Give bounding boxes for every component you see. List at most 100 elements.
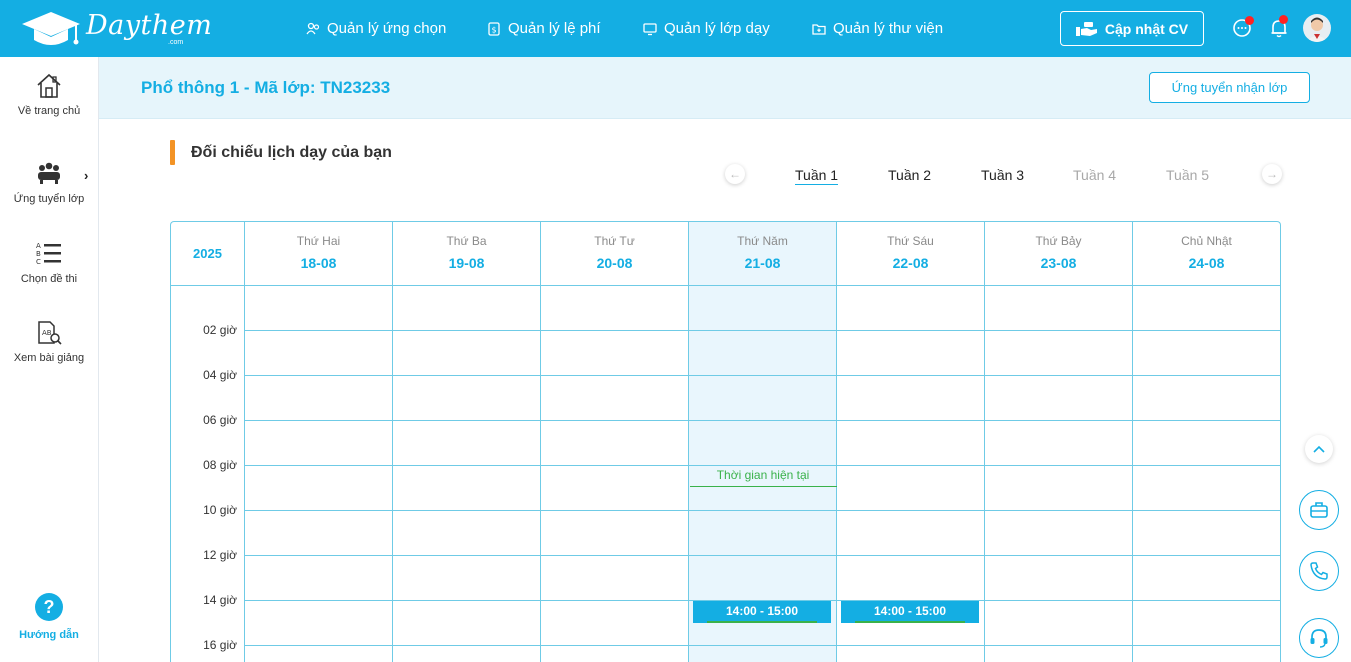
notification-unread-dot	[1279, 15, 1288, 24]
hour-gridline	[245, 510, 1280, 511]
current-time-line	[690, 486, 837, 487]
time-label: 12 giờ	[203, 548, 237, 562]
tab-week-5[interactable]: Tuần 5	[1166, 167, 1209, 183]
tab-week-3[interactable]: Tuần 3	[981, 167, 1024, 183]
hour-gridline	[245, 375, 1280, 376]
nav-label: Quản lý ứng chọn	[327, 20, 447, 37]
day-name: Thứ Tư	[594, 234, 635, 248]
svg-text:B: B	[36, 250, 41, 258]
sidebar-item-home[interactable]: Về trang chủ	[0, 73, 98, 117]
briefcase-button[interactable]	[1299, 490, 1339, 530]
tab-week-2[interactable]: Tuần 2	[888, 167, 931, 183]
sidebar-item-help[interactable]: ? Hướng dẫn	[0, 593, 98, 641]
update-cv-button[interactable]: Cập nhật CV	[1060, 11, 1204, 46]
users-icon	[306, 22, 320, 34]
day-date: 24-08	[1188, 255, 1225, 271]
nav-manage-library[interactable]: Quản lý thư viện	[812, 0, 943, 57]
day-column-tue[interactable]	[393, 286, 541, 662]
arrow-right-icon: →	[1266, 167, 1278, 181]
briefcase-icon	[1310, 502, 1328, 518]
day-header-wed: Thứ Tư 20-08	[541, 222, 689, 286]
section-title: Đối chiếu lịch dạy của bạn	[191, 144, 392, 161]
day-name: Thứ Hai	[296, 234, 341, 248]
apply-class-button[interactable]: Ứng tuyển nhận lớp	[1149, 72, 1310, 103]
phone-icon	[1310, 562, 1328, 580]
hour-gridline	[245, 465, 1280, 466]
avatar-person-icon	[1306, 17, 1328, 42]
abc-list-icon: ABC	[36, 242, 61, 266]
day-date: 20-08	[596, 255, 633, 271]
chat-unread-dot	[1245, 16, 1254, 25]
chevron-right-icon[interactable]: ›	[84, 168, 88, 183]
chevron-up-icon	[1313, 445, 1325, 453]
hour-gridline	[245, 420, 1280, 421]
time-column: 02 giờ 04 giờ 06 giờ 08 giờ 10 giờ 12 gi…	[171, 286, 245, 662]
user-avatar[interactable]	[1303, 14, 1331, 42]
svg-text:A: A	[36, 242, 41, 250]
class-header: Phổ thông 1 - Mã lớp: TN23233 Ứng tuyển …	[99, 57, 1351, 119]
schedule-event-thu[interactable]: 14:00 - 15:00	[693, 601, 831, 623]
schedule-event-fri[interactable]: 14:00 - 15:00	[841, 601, 979, 623]
scroll-top-button[interactable]	[1305, 435, 1333, 463]
help-label: Hướng dẫn	[19, 629, 79, 641]
update-cv-label: Cập nhật CV	[1104, 20, 1189, 37]
nav-label: Quản lý lớp dạy	[664, 20, 770, 37]
sidebar-item-label: Về trang chủ	[17, 105, 81, 117]
day-header-mon: Thứ Hai 18-08	[245, 222, 393, 286]
day-name: Thứ Năm	[737, 234, 788, 248]
day-column-wed[interactable]	[541, 286, 689, 662]
day-date: 22-08	[892, 255, 929, 271]
notification-button[interactable]	[1267, 15, 1291, 40]
brand-name: Daythem	[86, 10, 213, 41]
section-accent-bar	[170, 140, 175, 165]
support-button[interactable]	[1299, 618, 1339, 658]
monitor-icon	[643, 22, 657, 35]
nav-manage-applications[interactable]: Quản lý ứng chọn	[306, 0, 446, 57]
sidebar-item-view-lectures[interactable]: AB Xem bài giảng	[0, 320, 98, 364]
nav-manage-classes[interactable]: Quản lý lớp dạy	[643, 0, 770, 57]
page-title: Phổ thông 1 - Mã lớp: TN23233	[141, 78, 391, 97]
group-icon	[38, 162, 60, 184]
next-week-button[interactable]: →	[1262, 164, 1282, 184]
day-header-sat: Thứ Bảy 23-08	[985, 222, 1133, 286]
day-column-sat[interactable]	[985, 286, 1133, 662]
day-date: 23-08	[1040, 255, 1077, 271]
sidebar-item-choose-exam[interactable]: ABC Chọn đề thi	[0, 241, 98, 285]
folder-icon	[812, 23, 826, 35]
calendar-year: 2025	[171, 222, 245, 286]
sidebar-item-label: Chọn đề thi	[20, 273, 78, 285]
nav-manage-fees[interactable]: $ Quản lý lệ phí	[487, 0, 601, 57]
day-column-mon[interactable]	[245, 286, 393, 662]
day-column-sun[interactable]	[1133, 286, 1280, 662]
day-header-tue: Thứ Ba 19-08	[393, 222, 541, 286]
sidebar-item-label: Ứng tuyển lớp	[13, 193, 85, 205]
day-name: Thứ Ba	[446, 234, 487, 248]
fee-icon: $	[488, 21, 500, 36]
svg-text:AB: AB	[42, 329, 52, 337]
doc-search-icon: AB	[38, 321, 62, 345]
day-date: 21-08	[744, 255, 781, 271]
tab-week-1[interactable]: Tuần 1	[795, 167, 839, 185]
time-label: 14 giờ	[203, 593, 237, 607]
prev-week-button[interactable]: ←	[725, 164, 745, 184]
day-name: Thứ Bảy	[1035, 234, 1082, 248]
top-bar: Daythem .com Quản lý ứng chọn $ Quản lý …	[0, 0, 1351, 57]
brand-sub: .com	[168, 39, 184, 46]
hour-gridline	[245, 330, 1280, 331]
phone-button[interactable]	[1299, 551, 1339, 591]
brand-logo[interactable]: Daythem .com	[20, 8, 212, 50]
time-label: 16 giờ	[203, 638, 237, 652]
day-header-sun: Chủ Nhật 24-08	[1133, 222, 1280, 286]
time-label: 08 giờ	[203, 458, 237, 472]
graduation-cap-icon	[22, 12, 80, 45]
time-label: 10 giờ	[203, 503, 237, 517]
sidebar: Về trang chủ Ứng tuyển lớp › ABC Chọn đề…	[0, 57, 99, 662]
svg-text:C: C	[36, 258, 41, 266]
tab-week-4[interactable]: Tuần 4	[1073, 167, 1116, 183]
chat-button[interactable]	[1230, 16, 1254, 40]
svg-text:$: $	[491, 25, 496, 34]
nav-label: Quản lý thư viện	[833, 20, 944, 37]
day-name: Chủ Nhật	[1181, 234, 1232, 248]
time-label: 02 giờ	[203, 323, 237, 337]
headset-icon	[1310, 629, 1328, 648]
